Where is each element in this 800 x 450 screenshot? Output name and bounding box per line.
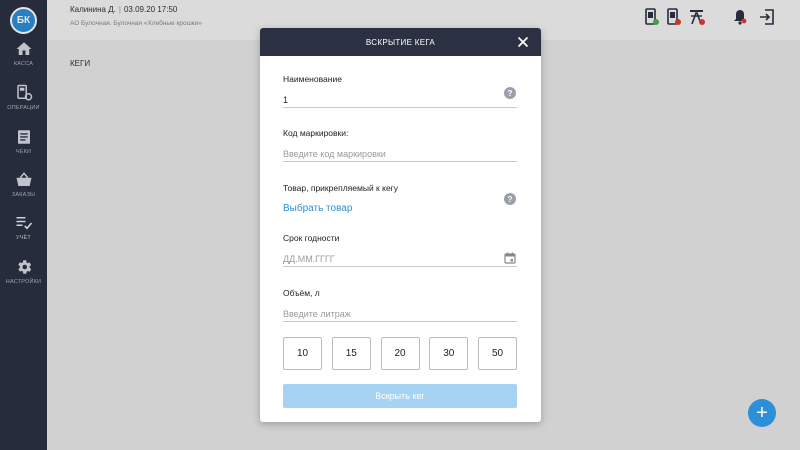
expiry-label: Срок годности: [283, 233, 340, 243]
name-label: Наименование: [283, 74, 342, 84]
calendar-icon[interactable]: [504, 252, 516, 264]
volume-preset-button[interactable]: 20: [380, 337, 420, 370]
open-keg-dialog: ВСКРЫТИЕ КЕГА Наименование ? Код маркиро…: [260, 28, 541, 422]
close-icon[interactable]: [517, 36, 529, 48]
marking-code-field[interactable]: [283, 146, 517, 162]
volume-preset-button[interactable]: 15: [331, 337, 371, 370]
volume-presets: 10 15 20 30 50: [283, 337, 517, 370]
dialog-title: ВСКРЫТИЕ КЕГА: [365, 37, 436, 47]
name-field[interactable]: [283, 92, 517, 108]
svg-text:?: ?: [508, 195, 513, 204]
svg-text:?: ?: [508, 89, 513, 98]
volume-label: Объём, л: [283, 288, 320, 298]
marking-code-label: Код маркировки:: [283, 128, 349, 138]
select-product-link[interactable]: Выбрать товар: [283, 203, 352, 214]
help-icon[interactable]: ?: [504, 87, 516, 99]
add-button[interactable]: +: [748, 399, 776, 427]
dialog-header: ВСКРЫТИЕ КЕГА: [260, 28, 541, 56]
volume-preset-button[interactable]: 50: [478, 337, 517, 370]
volume-field[interactable]: [283, 306, 517, 322]
product-label: Товар, прикрепляемый к кегу: [283, 183, 399, 193]
volume-preset-button[interactable]: 10: [283, 337, 322, 370]
open-keg-button[interactable]: Вскрыть кег: [283, 384, 517, 408]
expiry-date-field[interactable]: [283, 251, 517, 267]
volume-preset-button[interactable]: 30: [429, 337, 469, 370]
help-icon[interactable]: ?: [504, 193, 516, 205]
